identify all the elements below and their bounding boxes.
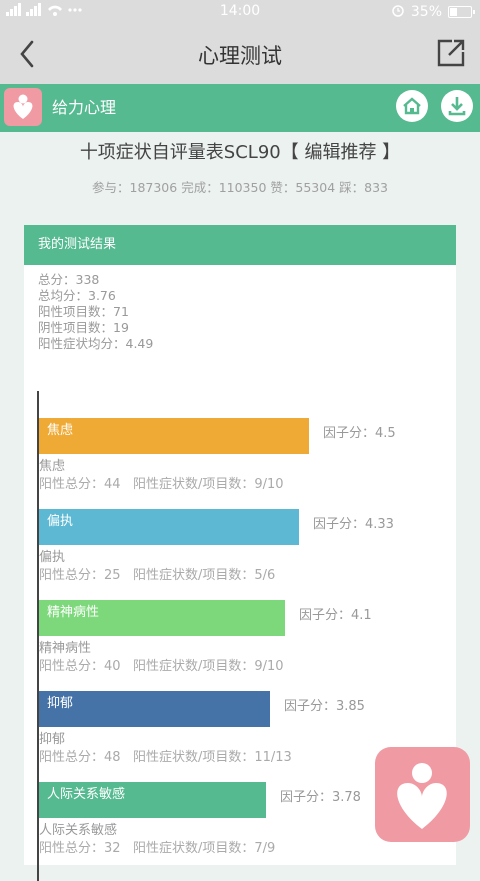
test-stats: 参与：187306 完成：110350 赞：55304 踩：833 [92, 180, 388, 195]
positive-items: 阳性项目数：71 [38, 304, 129, 319]
brand-name: 给力心理 [52, 98, 117, 117]
factor-detail: 阳性总分：40 阳性症状数/项目数：9/10 [39, 659, 284, 674]
factor-name: 焦虑 [39, 459, 66, 474]
page-title: 心理测试 [198, 44, 282, 68]
positive-average: 阳性症状均分：4.49 [38, 336, 154, 351]
status-bar: 14:00 35% [0, 0, 480, 24]
factor-score-label: 因子分：3.78 [280, 790, 361, 805]
factor-detail: 阳性总分：48 阳性症状数/项目数：11/13 [39, 750, 292, 765]
share-icon[interactable] [436, 38, 466, 68]
battery-icon [448, 6, 475, 18]
factor-name: 抑郁 [39, 732, 66, 747]
factor-score-label: 因子分：4.5 [323, 426, 396, 441]
brand-bar: 给力心理 [0, 84, 480, 132]
status-right: 35% [391, 3, 475, 21]
factor-detail: 阳性总分：25 阳性症状数/项目数：5/6 [39, 568, 276, 583]
battery-percent: 35% [410, 4, 442, 20]
download-icon[interactable] [441, 90, 473, 122]
factor-score-label: 因子分：4.1 [299, 608, 372, 623]
negative-items: 阴性项目数：19 [38, 320, 129, 335]
nav-bar: 心理测试 [0, 24, 480, 84]
result-summary: 总分：338 总均分：3.76 阳性项目数：71 阴性项目数：19 阳性症状均分… [38, 272, 153, 352]
chart-bar: 人际关系敏感 [39, 782, 266, 818]
factor-detail: 阳性总分：44 阳性症状数/项目数：9/10 [39, 477, 284, 492]
home-icon[interactable] [396, 90, 428, 122]
factor-name: 精神病性 [39, 641, 92, 656]
alarm-icon [391, 3, 405, 21]
average-score: 总均分：3.76 [38, 288, 116, 303]
factor-score-label: 因子分：3.85 [284, 699, 365, 714]
factor-score-label: 因子分：4.33 [313, 517, 394, 532]
chart-bar: 精神病性 [39, 600, 285, 636]
brand-logo[interactable] [4, 88, 42, 126]
test-title: 十项症状自评量表SCL90【 编辑推荐 】 [79, 142, 401, 163]
result-header: 我的测试结果 [24, 225, 456, 265]
floating-app-icon[interactable] [375, 747, 470, 842]
total-score: 总分：338 [38, 272, 100, 287]
chart-bar: 抑郁 [39, 691, 270, 727]
factor-name: 人际关系敏感 [39, 823, 118, 838]
factor-name: 偏执 [39, 550, 66, 565]
factor-detail: 阳性总分：32 阳性症状数/项目数：7/9 [39, 841, 276, 856]
chart-bar: 焦虑 [39, 418, 309, 454]
chart-bar: 偏执 [39, 509, 299, 545]
